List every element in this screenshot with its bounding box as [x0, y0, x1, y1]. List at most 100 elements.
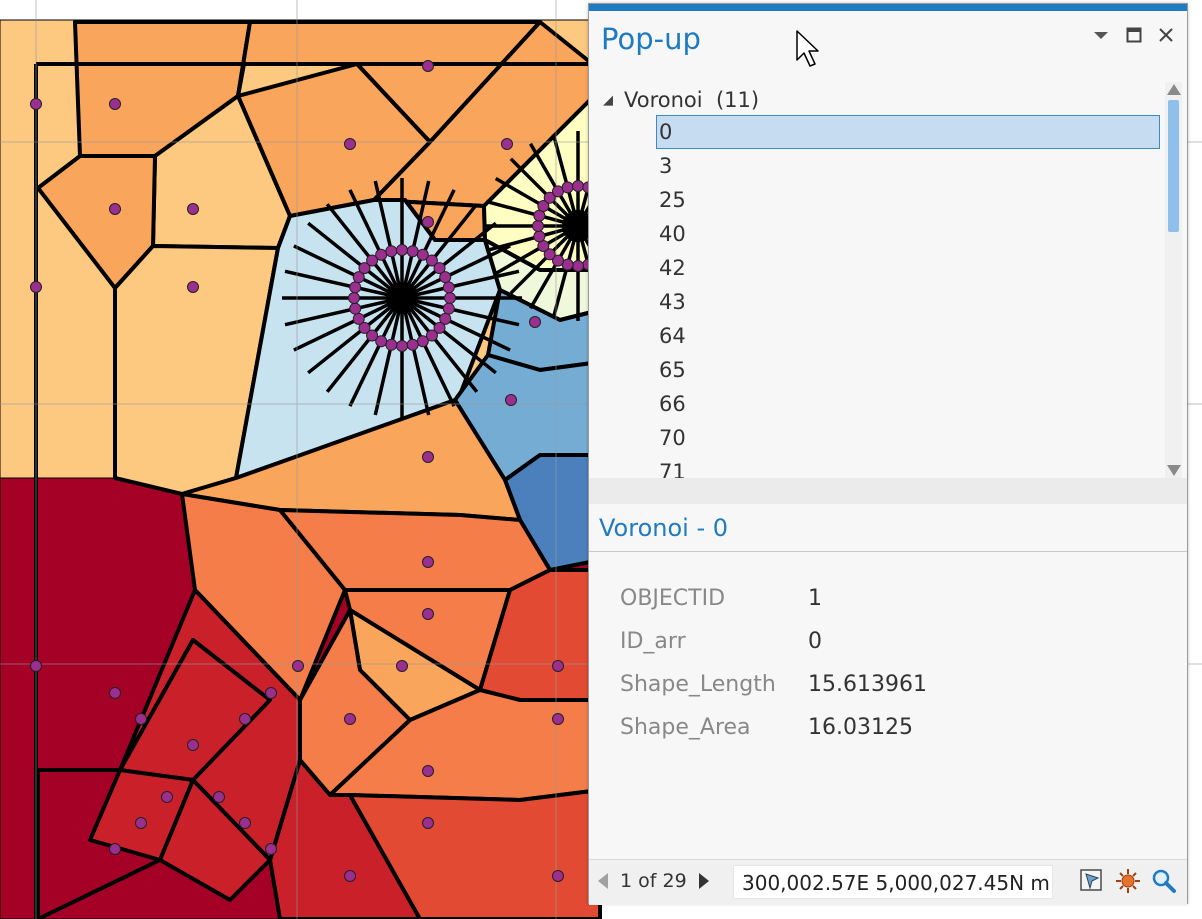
- tree-item-list: 0 3 25 40 42 43 64 65 66 70 71: [656, 115, 1160, 478]
- sample-point: [344, 713, 356, 725]
- pan-to-feature-icon[interactable]: [1115, 868, 1141, 894]
- sample-point: [292, 660, 304, 672]
- sample-point: [344, 870, 356, 882]
- sample-point: [532, 220, 544, 232]
- sample-point: [396, 244, 408, 256]
- sample-point: [187, 739, 199, 751]
- collapse-triangle-icon[interactable]: ◢: [603, 93, 613, 108]
- spoke-hub: [386, 282, 418, 314]
- sample-point: [422, 817, 434, 829]
- sample-point: [416, 335, 429, 348]
- sample-point: [533, 230, 546, 243]
- sample-point: [561, 181, 574, 194]
- popup-title-accent: [589, 4, 1187, 11]
- sample-point: [30, 660, 42, 672]
- sample-point: [30, 281, 42, 293]
- tree-item[interactable]: 71: [656, 455, 1160, 478]
- tree-item[interactable]: 40: [656, 217, 1160, 251]
- sample-point: [444, 292, 456, 304]
- sample-point: [135, 817, 147, 829]
- sample-point: [529, 316, 541, 328]
- sample-point: [396, 340, 408, 352]
- popup-statusbar: 1 of 29 300,002.57E 5,000,027.45N m: [589, 859, 1187, 905]
- mouse-cursor-icon: [796, 30, 819, 67]
- field-value-id-arr: 0: [808, 629, 822, 654]
- sample-point: [265, 687, 277, 699]
- sample-point: [552, 713, 564, 725]
- sample-point: [352, 312, 365, 325]
- sample-point: [109, 687, 121, 699]
- field-name-shape-length: Shape_Length: [620, 672, 776, 697]
- sample-point: [505, 394, 517, 406]
- tree-item[interactable]: 70: [656, 421, 1160, 455]
- tree-layer-count: (11): [715, 88, 760, 112]
- sample-point: [30, 98, 42, 110]
- feature-tree: ◢ Voronoi (11) 0 3 25 40 42 43 64 65 66 70 71: [589, 82, 1167, 478]
- tree-item[interactable]: 66: [656, 387, 1160, 421]
- tree-scrollbar[interactable]: [1165, 82, 1182, 478]
- sample-point: [572, 180, 584, 192]
- tree-layer-label: Voronoi (11): [624, 88, 759, 112]
- coordinate-readout: 300,002.57E 5,000,027.45N m: [733, 865, 1053, 899]
- sample-point: [572, 260, 584, 272]
- close-icon[interactable]: [1155, 24, 1177, 46]
- sample-point: [161, 791, 173, 803]
- sample-point: [109, 203, 121, 215]
- sample-point: [239, 713, 251, 725]
- sample-point: [109, 843, 121, 855]
- popup-title: Pop-up: [601, 22, 701, 56]
- scroll-up-icon[interactable]: [1167, 84, 1181, 95]
- tree-item[interactable]: 0: [656, 115, 1160, 149]
- sample-point: [501, 138, 513, 150]
- zoom-to-feature-icon[interactable]: [1151, 868, 1177, 894]
- tree-item[interactable]: 25: [656, 183, 1160, 217]
- sample-point: [213, 791, 225, 803]
- sample-point: [552, 870, 564, 882]
- sample-point: [109, 98, 121, 110]
- scroll-thumb[interactable]: [1168, 100, 1179, 232]
- tree-item[interactable]: 64: [656, 319, 1160, 353]
- sample-point: [135, 713, 147, 725]
- popup-pane: Pop-up ◢ Voronoi (11) 0 3 25 40 42 43 64 65 66 70…: [588, 3, 1188, 905]
- previous-feature-icon[interactable]: [598, 873, 608, 889]
- sample-point: [349, 302, 362, 315]
- scroll-down-icon[interactable]: [1167, 465, 1181, 476]
- field-name-objectid: OBJECTID: [620, 586, 726, 611]
- detail-title: Voronoi - 0: [599, 514, 729, 542]
- next-feature-icon[interactable]: [699, 873, 709, 889]
- feature-page-indicator: 1 of 29: [620, 870, 687, 892]
- dropdown-icon[interactable]: [1090, 24, 1112, 46]
- sample-point: [406, 338, 419, 351]
- sample-point: [422, 216, 434, 228]
- sample-point: [385, 245, 398, 258]
- sample-point: [422, 608, 434, 620]
- tree-item[interactable]: 3: [656, 149, 1160, 183]
- tree-layer-node[interactable]: ◢ Voronoi (11): [603, 88, 759, 112]
- flash-feature-icon[interactable]: [1079, 868, 1105, 894]
- sample-point: [349, 281, 362, 294]
- sample-point: [442, 302, 455, 315]
- sample-point: [422, 451, 434, 463]
- tree-item[interactable]: 65: [656, 353, 1160, 387]
- sample-point: [406, 245, 419, 258]
- sample-point: [422, 556, 434, 568]
- sample-point: [422, 765, 434, 777]
- tree-item[interactable]: 42: [656, 251, 1160, 285]
- field-value-shape-area: 16.03125: [808, 715, 913, 740]
- sample-point: [396, 660, 408, 672]
- tree-item[interactable]: 43: [656, 285, 1160, 319]
- sample-point: [348, 292, 360, 304]
- pane-splitter[interactable]: [589, 478, 1187, 504]
- sample-point: [344, 138, 356, 150]
- maximize-icon[interactable]: [1123, 24, 1145, 46]
- sample-point: [187, 281, 199, 293]
- sample-point: [375, 248, 388, 261]
- sample-point: [442, 281, 455, 294]
- sample-point: [187, 203, 199, 215]
- field-value-shape-length: 15.613961: [808, 672, 927, 697]
- sample-point: [439, 271, 452, 284]
- field-name-shape-area: Shape_Area: [620, 715, 751, 740]
- tree-layer-name: Voronoi: [624, 88, 703, 112]
- field-value-objectid: 1: [808, 586, 822, 611]
- sample-point: [385, 338, 398, 351]
